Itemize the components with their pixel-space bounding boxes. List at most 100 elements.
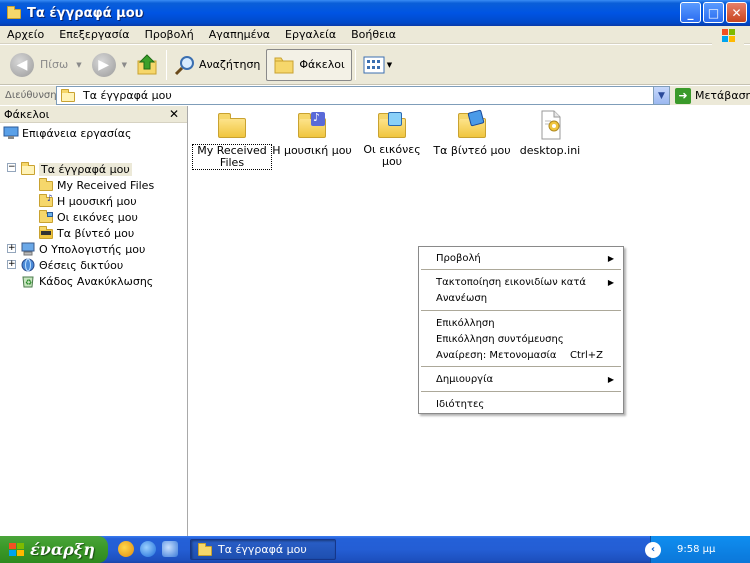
menu-separator bbox=[421, 310, 621, 311]
menu-file[interactable]: Αρχείο bbox=[0, 28, 52, 41]
folders-button[interactable]: Φάκελοι bbox=[266, 48, 352, 81]
desktop-icon bbox=[3, 126, 19, 140]
file-item-music[interactable]: ♪ Η μουσική μου bbox=[272, 110, 352, 157]
maximize-button[interactable]: □ bbox=[703, 2, 724, 23]
up-button[interactable] bbox=[131, 49, 163, 81]
menu-item-refresh[interactable]: Ανανέωση bbox=[419, 290, 623, 306]
tree-item-received-files[interactable]: My Received Files bbox=[38, 177, 154, 193]
expand-icon[interactable]: + bbox=[7, 260, 16, 269]
address-dropdown-button[interactable]: ▼ bbox=[653, 87, 669, 104]
show-desktop-icon[interactable] bbox=[162, 541, 178, 557]
menu-item-paste[interactable]: Επικόλληση bbox=[419, 315, 623, 331]
collapse-icon[interactable]: − bbox=[7, 163, 16, 172]
chevron-down-icon: ▼ bbox=[658, 90, 665, 101]
folder-up-icon bbox=[137, 53, 157, 74]
menu-item-new[interactable]: Δημιουργία ▶ bbox=[419, 371, 623, 387]
menu-item-undo-rename[interactable]: Αναίρεση: Μετονομασία Ctrl+Z bbox=[419, 347, 623, 363]
toolbar-separator bbox=[165, 49, 167, 80]
minimize-button[interactable]: _ bbox=[680, 2, 701, 23]
menu-item-arrange-icons[interactable]: Τακτοποίηση εικονιδίων κατά ▶ bbox=[419, 274, 623, 290]
menu-tools[interactable]: Εργαλεία bbox=[278, 28, 344, 41]
taskbar: έναρξη Τα έγγραφά μου EN ‹ 9:58 μμ bbox=[0, 536, 750, 563]
submenu-arrow-icon: ▶ bbox=[607, 253, 614, 263]
forward-button[interactable]: ▶ ▼ bbox=[88, 49, 131, 81]
folders-icon bbox=[274, 57, 294, 73]
taskbar-window-button[interactable]: Τα έγγραφά μου bbox=[190, 539, 336, 560]
tree-item-my-computer[interactable]: Ο Υπολογιστής μου bbox=[20, 241, 145, 257]
address-value: Τα έγγραφά μου bbox=[83, 89, 172, 102]
tree-item-network[interactable]: Θέσεις δικτύου bbox=[20, 257, 123, 273]
toolbar: ◀ Πίσω ▼ ▶ ▼ Αναζήτηση Φάκελοι ▼ bbox=[0, 45, 750, 85]
close-icon[interactable]: ✕ bbox=[169, 107, 179, 121]
folders-pane: Φάκελοι ✕ Επιφάνεια εργασίας − Τα έγγραφ… bbox=[0, 106, 188, 536]
menu-favorites[interactable]: Αγαπημένα bbox=[202, 28, 278, 41]
menu-item-view[interactable]: Προβολή ▶ bbox=[419, 250, 623, 266]
svg-text:♻: ♻ bbox=[25, 278, 32, 287]
submenu-arrow-icon: ▶ bbox=[607, 277, 614, 287]
file-item-pictures[interactable]: Οι εικόνες μου bbox=[352, 110, 432, 168]
tree-item-recycle-bin[interactable]: ♻ Κάδος Ανακύκλωσης bbox=[20, 273, 153, 289]
menu-item-paste-shortcut[interactable]: Επικόλληση συντόμευσης bbox=[419, 331, 623, 347]
forward-arrow-icon: ▶ bbox=[91, 52, 116, 77]
windows-flag-icon bbox=[8, 541, 26, 559]
back-button[interactable]: ◀ Πίσω ▼ bbox=[6, 49, 86, 81]
views-button[interactable]: ▼ bbox=[359, 49, 396, 81]
title-bar[interactable]: Τα έγγραφά μου _ □ ✕ bbox=[0, 0, 750, 26]
menu-edit[interactable]: Επεξεργασία bbox=[52, 28, 137, 41]
network-icon bbox=[20, 258, 36, 272]
file-item-videos[interactable]: Τα βίντεό μου bbox=[432, 109, 512, 157]
taskbar-window-label: Τα έγγραφά μου bbox=[218, 543, 307, 556]
start-button[interactable]: έναρξη bbox=[0, 536, 108, 563]
folder-icon bbox=[6, 6, 22, 20]
go-button[interactable]: ➜ Μετάβαση bbox=[675, 86, 750, 105]
tree-item-music[interactable]: ♪ Η μουσική μου bbox=[38, 193, 137, 209]
file-item-desktop-ini[interactable]: desktop.ini bbox=[510, 110, 590, 157]
menu-view[interactable]: Προβολή bbox=[138, 28, 202, 41]
tree-item-videos[interactable]: Τα βίντεό μου bbox=[38, 225, 134, 241]
search-label: Αναζήτηση bbox=[198, 58, 261, 71]
address-label: Διεύθυνση bbox=[5, 90, 57, 101]
tree-item-pictures[interactable]: Οι εικόνες μου bbox=[38, 209, 138, 225]
menu-separator bbox=[421, 269, 621, 270]
tree-item-desktop[interactable]: Επιφάνεια εργασίας bbox=[3, 125, 131, 141]
menu-separator bbox=[421, 391, 621, 392]
folder-icon bbox=[38, 178, 54, 192]
close-icon: ✕ bbox=[731, 5, 742, 20]
windows-logo-icon bbox=[712, 27, 744, 45]
clock[interactable]: 9:58 μμ bbox=[677, 544, 715, 555]
minimize-icon: _ bbox=[687, 5, 694, 20]
internet-explorer-icon[interactable] bbox=[140, 541, 156, 557]
views-icon bbox=[363, 56, 385, 73]
go-arrow-icon: ➜ bbox=[675, 87, 691, 104]
expand-icon[interactable]: + bbox=[7, 244, 16, 253]
recycle-bin-icon: ♻ bbox=[20, 274, 36, 288]
toolbar-separator bbox=[354, 49, 356, 80]
media-player-icon[interactable] bbox=[118, 541, 134, 557]
video-folder-icon bbox=[456, 109, 488, 140]
pictures-folder-icon bbox=[376, 110, 408, 140]
menu-separator bbox=[421, 366, 621, 367]
menu-item-properties[interactable]: Ιδιότητες bbox=[419, 396, 623, 412]
folder-icon bbox=[197, 542, 216, 558]
music-folder-icon: ♪ bbox=[38, 194, 54, 208]
music-folder-icon: ♪ bbox=[296, 110, 328, 140]
go-label: Μετάβαση bbox=[695, 89, 750, 102]
settings-file-icon bbox=[534, 110, 566, 140]
system-tray: ‹ 9:58 μμ bbox=[645, 536, 750, 563]
chevron-down-icon: ▼ bbox=[386, 60, 393, 69]
file-item-received-files[interactable]: My Received Files bbox=[192, 110, 272, 170]
menu-help[interactable]: Βοήθεια bbox=[344, 28, 404, 41]
tray-arrow-icon[interactable]: ‹ bbox=[645, 541, 661, 558]
start-label: έναρξη bbox=[30, 540, 95, 559]
menu-bar: Αρχείο Επεξεργασία Προβολή Αγαπημένα Εργ… bbox=[0, 26, 750, 44]
folders-label: Φάκελοι bbox=[299, 58, 345, 71]
context-menu: Προβολή ▶ Τακτοποίηση εικονιδίων κατά ▶ … bbox=[418, 246, 624, 414]
tree-item-my-documents[interactable]: Τα έγγραφά μου bbox=[20, 161, 132, 177]
close-button[interactable]: ✕ bbox=[726, 2, 747, 23]
chevron-down-icon: ▼ bbox=[76, 60, 82, 69]
search-button[interactable]: Αναζήτηση bbox=[170, 49, 264, 81]
pictures-folder-icon bbox=[38, 210, 54, 224]
address-input[interactable]: Τα έγγραφά μου ▼ bbox=[56, 86, 670, 105]
search-icon bbox=[174, 55, 194, 75]
address-bar: Διεύθυνση Τα έγγραφά μου ▼ ➜ Μετάβαση bbox=[0, 86, 750, 105]
